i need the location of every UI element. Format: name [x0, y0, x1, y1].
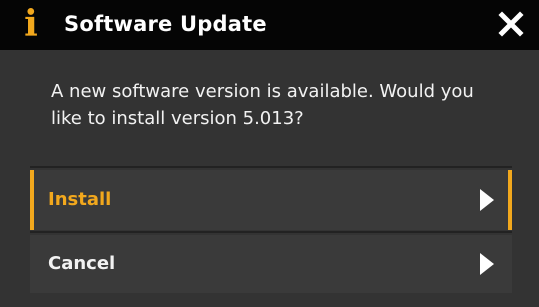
dialog-message: A new software version is available. Wou…	[51, 81, 474, 129]
dialog-title: Software Update	[64, 12, 267, 36]
divider	[30, 166, 512, 168]
divider	[30, 231, 512, 233]
chevron-right-icon	[480, 253, 494, 275]
install-button[interactable]: Install	[30, 170, 512, 230]
install-label: Install	[48, 189, 112, 210]
software-update-dialog: i Software Update A new software version…	[0, 0, 539, 307]
chevron-right-icon	[480, 189, 494, 211]
close-icon[interactable]	[497, 10, 525, 38]
info-icon: i	[24, 3, 38, 45]
title-bar: i Software Update	[0, 0, 539, 50]
cancel-button[interactable]: Cancel	[30, 235, 512, 293]
cancel-label: Cancel	[48, 253, 116, 274]
